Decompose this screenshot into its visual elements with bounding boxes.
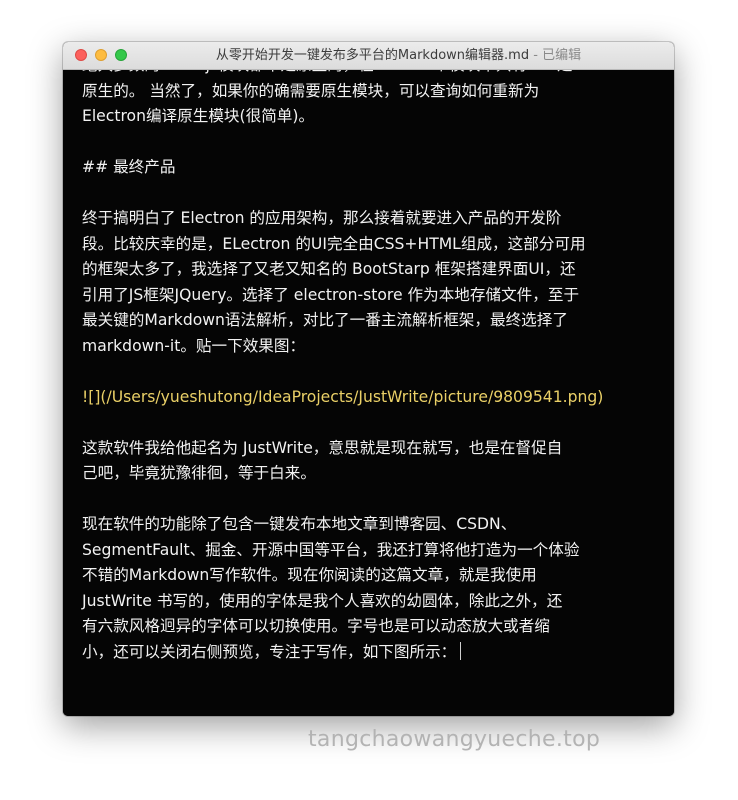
line-text: 这款软件我给他起名为 JustWrite，意思就是现在就写，也是在督促自 — [82, 439, 562, 457]
editor-text-line[interactable]: 引用了JS框架JQuery。选择了 electron-store 作为本地存储文… — [82, 283, 652, 309]
watermark-text: tangchaowangyueche.top — [308, 727, 600, 752]
editor-text-line[interactable]: 的框架太多了，我选择了又老又知名的 BootStarp 框架搭建界面UI，还 — [82, 257, 652, 283]
editor-text-line[interactable]: 原生的。 当然了，如果你的确需要原生模块，可以查询如何重新为 — [82, 79, 652, 105]
line-text: 绝大多数的Node.js模块都不是原生的，在650000个模块中只有400是 — [82, 70, 572, 74]
editor-window: 从零开始开发一键发布多平台的Markdown编辑器.md - 已编辑 绝大多数的… — [63, 42, 674, 716]
line-text: 终于搞明白了 Electron 的应用架构，那么接着就要进入产品的开发阶 — [82, 209, 561, 227]
line-text: 不错的Markdown写作软件。现在你阅读的这篇文章，就是我使用 — [82, 566, 537, 584]
editor-text-line[interactable]: 绝大多数的Node.js模块都不是原生的，在650000个模块中只有400是 — [82, 70, 652, 79]
editor-text-line[interactable]: 段。比较庆幸的是，ELectron 的UI完全由CSS+HTML组成，这部分可用 — [82, 232, 652, 258]
line-text: 引用了JS框架JQuery。选择了 electron-store 作为本地存储文… — [82, 286, 579, 304]
editor-blank-line[interactable] — [82, 130, 652, 156]
line-text: 有六款风格迥异的字体可以切换使用。字号也是可以动态放大或者缩 — [82, 617, 550, 635]
editor-text-line[interactable]: JustWrite 书写的，使用的字体是我个人喜欢的幼圆体，除此之外，还 — [82, 589, 652, 615]
text-cursor — [460, 642, 461, 660]
line-text: 原生的。 当然了，如果你的确需要原生模块，可以查询如何重新为 — [82, 82, 539, 100]
editor-text-line[interactable]: 终于搞明白了 Electron 的应用架构，那么接着就要进入产品的开发阶 — [82, 206, 652, 232]
line-text: Electron编译原生模块(很简单)。 — [82, 107, 314, 125]
window-title: 从零开始开发一键发布多平台的Markdown编辑器.md - 已编辑 — [63, 42, 674, 69]
document-name: 从零开始开发一键发布多平台的Markdown编辑器.md — [216, 48, 529, 63]
editor-text-area[interactable]: 绝大多数的Node.js模块都不是原生的，在650000个模块中只有400是原生… — [82, 70, 652, 665]
editor-heading-line[interactable]: ## 最终产品 — [82, 155, 652, 181]
line-text: 小，还可以关闭右侧预览，专注于写作，如下图所示： — [82, 643, 456, 661]
line-text: 的框架太多了，我选择了又老又知名的 BootStarp 框架搭建界面UI，还 — [82, 260, 576, 278]
line-text: JustWrite 书写的，使用的字体是我个人喜欢的幼圆体，除此之外，还 — [82, 592, 562, 610]
edited-status: 已编辑 — [542, 48, 581, 63]
line-text: ## 最终产品 — [82, 158, 175, 176]
editor-text-line[interactable]: 最关键的Markdown语法解析，对比了一番主流解析框架，最终选择了 — [82, 308, 652, 334]
editor-text-line[interactable]: 有六款风格迥异的字体可以切换使用。字号也是可以动态放大或者缩 — [82, 614, 652, 640]
line-text: SegmentFault、掘金、开源中国等平台，我还打算将他打造为一个体验 — [82, 541, 579, 559]
editor-text-line[interactable]: 己吧，毕竟犹豫徘徊，等于白来。 — [82, 461, 652, 487]
editor-text-line[interactable]: markdown-it。贴一下效果图： — [82, 334, 652, 360]
editor-blank-line[interactable] — [82, 359, 652, 385]
editor-blank-line[interactable] — [82, 410, 652, 436]
editor-text-line[interactable]: 这款软件我给他起名为 JustWrite，意思就是现在就写，也是在督促自 — [82, 436, 652, 462]
editor-text-line[interactable]: 不错的Markdown写作软件。现在你阅读的这篇文章，就是我使用 — [82, 563, 652, 589]
editor-text-line[interactable]: 现在软件的功能除了包含一键发布本地文章到博客园、CSDN、 — [82, 512, 652, 538]
title-bar[interactable]: 从零开始开发一键发布多平台的Markdown编辑器.md - 已编辑 — [63, 42, 674, 70]
editor-image-link-line[interactable]: ![](/Users/yueshutong/IdeaProjects/JustW… — [82, 385, 652, 411]
editor-blank-line[interactable] — [82, 181, 652, 207]
editor-text-line[interactable]: 小，还可以关闭右侧预览，专注于写作，如下图所示： — [82, 640, 652, 666]
editor-blank-line[interactable] — [82, 487, 652, 513]
line-text: 最关键的Markdown语法解析，对比了一番主流解析框架，最终选择了 — [82, 311, 568, 329]
editor-text-line[interactable]: SegmentFault、掘金、开源中国等平台，我还打算将他打造为一个体验 — [82, 538, 652, 564]
line-text: 己吧，毕竟犹豫徘徊，等于白来。 — [82, 464, 316, 482]
line-text: markdown-it。贴一下效果图： — [82, 337, 305, 355]
title-separator: - — [529, 48, 542, 63]
markdown-editor[interactable]: 绝大多数的Node.js模块都不是原生的，在650000个模块中只有400是原生… — [63, 70, 674, 716]
editor-text-line[interactable]: Electron编译原生模块(很简单)。 — [82, 104, 652, 130]
line-text: 段。比较庆幸的是，ELectron 的UI完全由CSS+HTML组成，这部分可用 — [82, 235, 586, 253]
image-link-text: ![](/Users/yueshutong/IdeaProjects/JustW… — [82, 388, 603, 406]
line-text: 现在软件的功能除了包含一键发布本地文章到博客园、CSDN、 — [82, 515, 516, 533]
